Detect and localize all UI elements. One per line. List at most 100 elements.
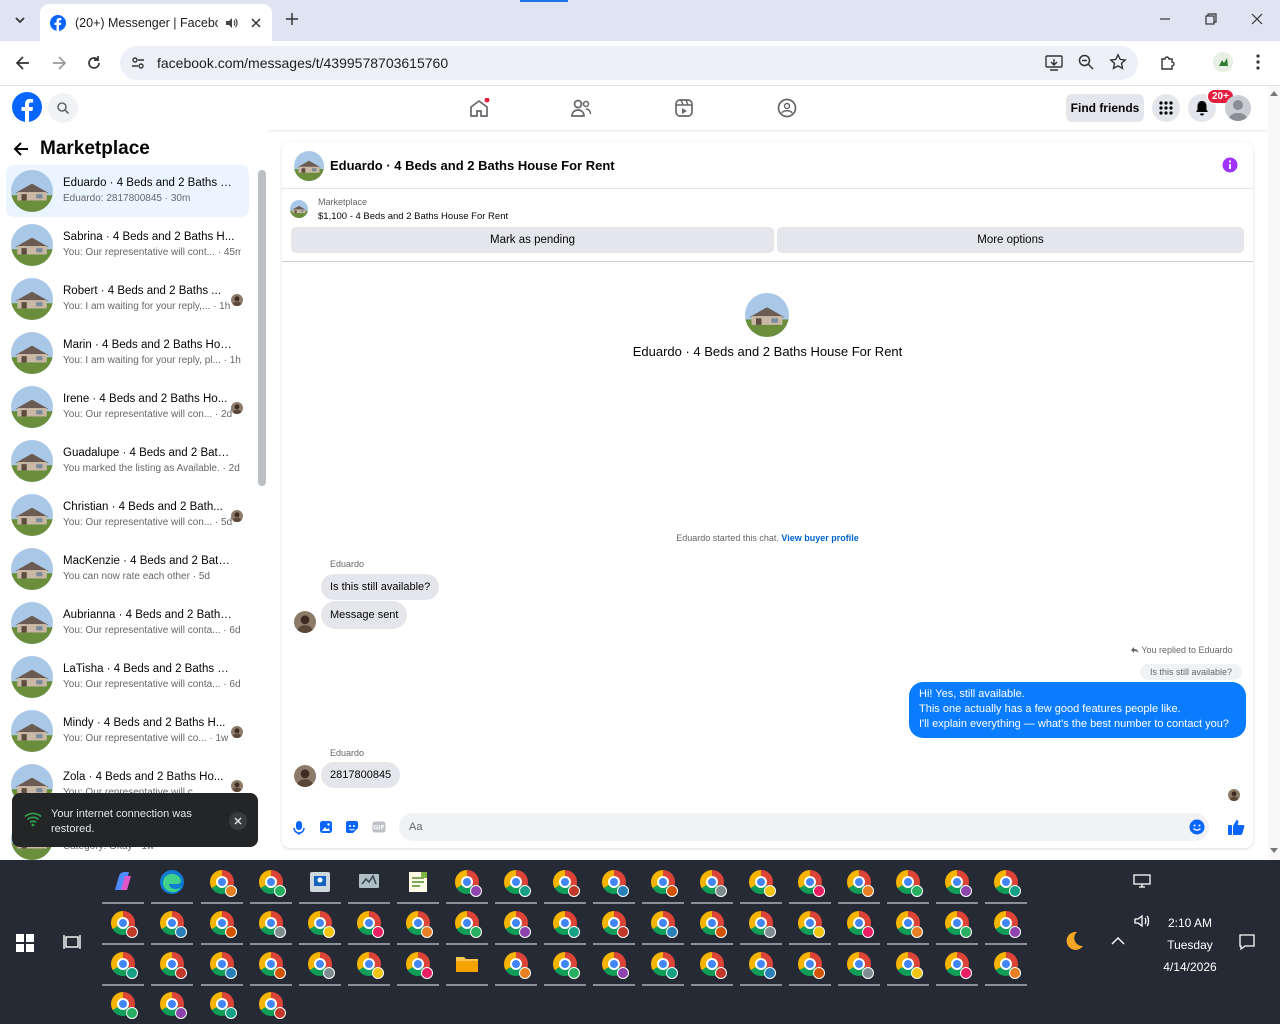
back-arrow-icon[interactable]: [14, 54, 32, 72]
desktop-tray-icon[interactable]: [1133, 874, 1151, 888]
chrome-profile-window-icon[interactable]: [446, 868, 488, 904]
chrome-profile-window-icon[interactable]: [201, 868, 243, 904]
close-window-icon[interactable]: [1250, 12, 1264, 26]
chrome-profile-window-icon[interactable]: [838, 868, 880, 904]
network-app-icon[interactable]: [348, 868, 390, 904]
find-friends-button[interactable]: Find friends: [1066, 94, 1144, 122]
windows-start-icon[interactable]: [16, 934, 34, 952]
conversation-item[interactable]: Guadalupe · 4 Beds and 2 Baths... You mar…: [6, 435, 249, 487]
chrome-profile-window-icon[interactable]: [691, 909, 733, 945]
quoted-message[interactable]: Is this still available?: [1140, 664, 1243, 680]
chrome-profile-window-icon[interactable]: [789, 909, 831, 945]
night-light-moon-icon[interactable]: [1063, 930, 1085, 952]
chrome-profile-window-icon[interactable]: [544, 909, 586, 945]
groups-icon[interactable]: [777, 98, 797, 118]
chrome-profile-window-icon[interactable]: [740, 909, 782, 945]
chrome-profile-window-icon[interactable]: [151, 950, 193, 986]
conversation-item[interactable]: Eduardo · 4 Beds and 2 Baths H... Eduardo…: [6, 165, 249, 217]
chrome-profile-window-icon[interactable]: [985, 868, 1027, 904]
home-icon[interactable]: [468, 98, 490, 118]
chrome-profile-window-icon[interactable]: [691, 950, 733, 986]
bookmark-star-icon[interactable]: [1109, 53, 1127, 71]
chrome-profile-window-icon[interactable]: [789, 950, 831, 986]
chrome-profile-window-icon[interactable]: [102, 909, 144, 945]
chrome-profile-window-icon[interactable]: [593, 868, 635, 904]
chrome-profile-window-icon[interactable]: [740, 868, 782, 904]
microphone-icon[interactable]: [293, 820, 305, 836]
extensions-puzzle-icon[interactable]: [1159, 53, 1177, 71]
sender-avatar[interactable]: [294, 611, 316, 633]
chrome-profile-window-icon[interactable]: [740, 950, 782, 986]
chrome-profile-window-icon[interactable]: [348, 909, 390, 945]
menu-grid-icon[interactable]: [1152, 94, 1180, 122]
conversation-item[interactable]: Sabrina · 4 Beds and 2 Baths H... You: Ou…: [6, 219, 249, 271]
gif-icon[interactable]: GIF: [372, 820, 386, 834]
file-explorer-icon[interactable]: [446, 950, 488, 986]
chat-avatar[interactable]: [294, 151, 324, 181]
chrome-profile-window-icon[interactable]: [299, 909, 341, 945]
close-toast-icon[interactable]: [229, 812, 247, 830]
conversation-item[interactable]: Christian · 4 Beds and 2 Bath... You: Our…: [6, 489, 249, 541]
chrome-profile-window-icon[interactable]: [250, 909, 292, 945]
minimize-icon[interactable]: [1158, 12, 1172, 26]
listing-description[interactable]: $1,100 - 4 Beds and 2 Baths House For Re…: [318, 211, 508, 222]
chrome-profile-window-icon[interactable]: [691, 868, 733, 904]
chrome-profile-window-icon[interactable]: [201, 909, 243, 945]
copilot-app-icon[interactable]: [102, 868, 144, 904]
chrome-profile-window-icon[interactable]: [887, 868, 929, 904]
chrome-profile-window-icon[interactable]: [158, 990, 187, 1019]
chrome-profile-window-icon[interactable]: [299, 950, 341, 986]
chrome-profile-window-icon[interactable]: [397, 950, 439, 986]
chrome-profile-window-icon[interactable]: [642, 909, 684, 945]
conversation-item[interactable]: Aubrianna · 4 Beds and 2 Baths ... You: O…: [6, 597, 249, 649]
emoji-icon[interactable]: [1189, 819, 1205, 835]
info-icon[interactable]: [1222, 157, 1238, 173]
chrome-profile-window-icon[interactable]: [348, 950, 390, 986]
chrome-profile-window-icon[interactable]: [887, 909, 929, 945]
list-scrollbar[interactable]: [258, 170, 266, 486]
chrome-profile-window-icon[interactable]: [495, 868, 537, 904]
chrome-profile-window-icon[interactable]: [250, 950, 292, 986]
chrome-profile-window-icon[interactable]: [642, 868, 684, 904]
conversation-item[interactable]: Robert · 4 Beds and 2 Baths ... You: I am…: [6, 273, 249, 325]
close-tab-icon[interactable]: [250, 17, 262, 29]
tab-search-dropdown-icon[interactable]: [8, 8, 32, 32]
chrome-profile-window-icon[interactable]: [102, 950, 144, 986]
chrome-profile-window-icon[interactable]: [936, 950, 978, 986]
system-clock[interactable]: 2:10 AM Tuesday 4/14/2026: [1150, 912, 1230, 978]
friends-icon[interactable]: [570, 98, 592, 118]
chrome-profile-icon[interactable]: [1213, 52, 1233, 72]
outgoing-message[interactable]: Hi! Yes, still available. This one actua…: [909, 682, 1246, 738]
chrome-profile-window-icon[interactable]: [936, 868, 978, 904]
chrome-profile-window-icon[interactable]: [936, 909, 978, 945]
chrome-profile-window-icon[interactable]: [495, 950, 537, 986]
mail-app-icon[interactable]: [299, 868, 341, 904]
chrome-profile-window-icon[interactable]: [201, 950, 243, 986]
incoming-message[interactable]: 2817800845: [321, 762, 401, 788]
address-bar[interactable]: facebook.com/messages/t/4399578703615760: [120, 46, 1138, 80]
chrome-profile-window-icon[interactable]: [985, 950, 1027, 986]
chrome-profile-window-icon[interactable]: [593, 909, 635, 945]
conversation-item[interactable]: Mindy · 4 Beds and 2 Baths H... You: Our …: [6, 705, 249, 757]
zoom-icon[interactable]: [1077, 53, 1095, 71]
center-avatar[interactable]: [745, 293, 789, 337]
conversation-item[interactable]: Marin · 4 Beds and 2 Baths Hou... You: I …: [6, 327, 249, 379]
message-input[interactable]: Aa: [399, 813, 1209, 841]
mark-as-pending-button[interactable]: Mark as pending: [291, 227, 774, 253]
reload-icon[interactable]: [85, 54, 103, 72]
notepad-app-icon[interactable]: [397, 868, 439, 904]
back-arrow-icon[interactable]: [12, 141, 30, 157]
chrome-profile-window-icon[interactable]: [397, 909, 439, 945]
chrome-profile-window-icon[interactable]: [544, 950, 586, 986]
more-options-button[interactable]: More options: [777, 227, 1244, 253]
chrome-profile-window-icon[interactable]: [838, 950, 880, 986]
chrome-profile-window-icon[interactable]: [593, 950, 635, 986]
incoming-message[interactable]: Message sent: [321, 601, 408, 629]
chrome-profile-window-icon[interactable]: [544, 868, 586, 904]
edge-browser-icon[interactable]: [151, 868, 193, 904]
show-hidden-icons-chevron-icon[interactable]: [1111, 936, 1125, 946]
listing-thumbnail[interactable]: [290, 200, 308, 218]
chrome-profile-window-icon[interactable]: [257, 990, 286, 1019]
conversation-item[interactable]: MacKenzie · 4 Beds and 2 Baths... You can…: [6, 543, 249, 595]
install-app-icon[interactable]: [1044, 53, 1064, 73]
